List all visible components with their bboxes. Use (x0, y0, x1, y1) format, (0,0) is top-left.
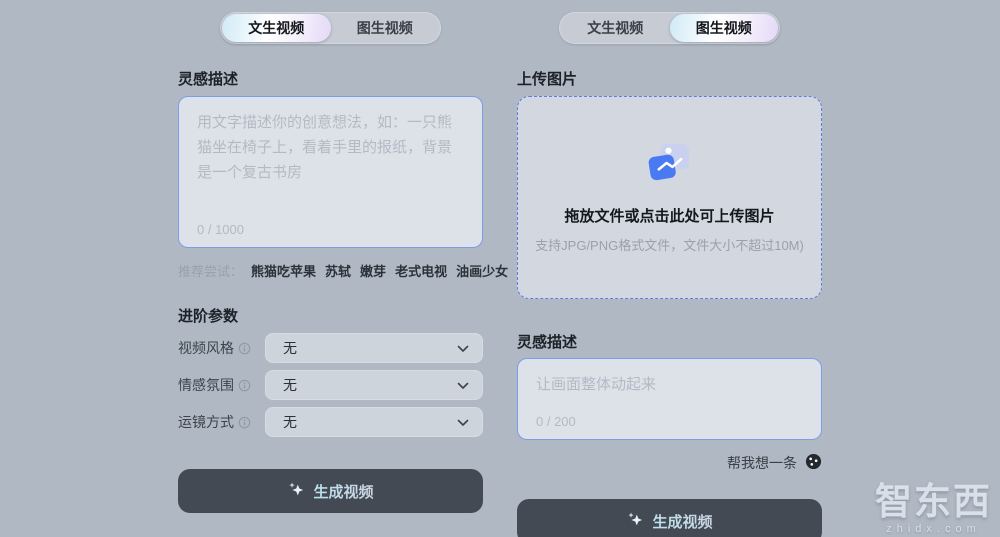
param-row-mood: 情感氛围 无 (178, 370, 483, 400)
right-tab-text-to-video[interactable]: 文生视频 (561, 14, 670, 42)
left-tab-text-to-video[interactable]: 文生视频 (222, 14, 331, 42)
image-to-video-panel: 文生视频 图生视频 上传图片 拖放文件或点击此处可上传图片 支持JPG/PNG格… (517, 0, 822, 537)
generate-video-button[interactable]: 生成视频 (517, 499, 822, 537)
image-upload-dropzone[interactable]: 拖放文件或点击此处可上传图片 支持JPG/PNG格式文件，文件大小不超过10M) (517, 96, 822, 299)
suggestion-chip[interactable]: 嫩芽 (360, 261, 386, 280)
watermark-url-text: zhidx.com (875, 523, 992, 535)
param-row-video-style: 视频风格 无 (178, 333, 483, 363)
mood-select[interactable]: 无 (265, 370, 483, 400)
left-tab-image-to-video[interactable]: 图生视频 (331, 14, 440, 42)
sparkle-icon (287, 481, 305, 502)
help-me-think-link[interactable]: 帮我想一条 (727, 453, 797, 473)
sparkle-icon (626, 511, 644, 532)
right-tab-switcher: 文生视频 图生视频 (559, 12, 780, 44)
suggestion-chip[interactable]: 熊猫吃苹果 (251, 261, 316, 280)
upload-main-text: 拖放文件或点击此处可上传图片 (564, 205, 774, 226)
param-label: 运镜方式 (178, 412, 265, 432)
right-tab-image-to-video[interactable]: 图生视频 (670, 14, 779, 42)
suggestions-row: 推荐尝试： 熊猫吃苹果 苏轼 嫩芽 老式电视 油画少女 (178, 261, 483, 280)
suggestions-label: 推荐尝试： (178, 261, 243, 280)
watermark-logo-text: 智东西 (875, 471, 992, 525)
text-to-video-panel: 文生视频 图生视频 灵感描述 0 / 1000 推荐尝试： 熊猫吃苹果 苏轼 嫩… (178, 0, 483, 513)
prompt-textarea[interactable] (197, 111, 464, 220)
info-icon (238, 379, 251, 392)
video-style-select[interactable]: 无 (265, 333, 483, 363)
suggestion-chip[interactable]: 苏轼 (325, 261, 351, 280)
chevron-down-icon (457, 414, 469, 430)
image-upload-icon (646, 141, 693, 189)
prompt-input-container: 0 / 1000 (178, 96, 483, 248)
prompt-label: 灵感描述 (517, 331, 822, 352)
prompt-helper-row: 帮我想一条 (517, 453, 822, 473)
info-icon (238, 416, 251, 429)
param-label: 视频风格 (178, 338, 265, 358)
dice-icon (805, 453, 822, 473)
prompt-label: 灵感描述 (178, 68, 483, 89)
prompt-input-container: 0 / 200 (517, 358, 822, 440)
random-prompt-button[interactable] (805, 453, 822, 473)
generate-button-label: 生成视频 (313, 481, 373, 502)
suggestion-chip[interactable]: 油画少女 (456, 261, 508, 280)
suggestion-chip[interactable]: 老式电视 (395, 261, 447, 280)
camera-movement-select[interactable]: 无 (265, 407, 483, 437)
upload-sub-text: 支持JPG/PNG格式文件，文件大小不超过10M) (535, 235, 804, 254)
left-tab-switcher: 文生视频 图生视频 (220, 12, 441, 44)
chevron-down-icon (457, 340, 469, 356)
param-row-camera-movement: 运镜方式 无 (178, 407, 483, 437)
param-label: 情感氛围 (178, 375, 265, 395)
generate-video-button[interactable]: 生成视频 (178, 469, 483, 513)
advanced-params-title: 进阶参数 (178, 305, 483, 326)
upload-label: 上传图片 (517, 68, 822, 89)
zhidx-watermark: 智东西 zhidx.com (875, 471, 992, 535)
chevron-down-icon (457, 377, 469, 393)
info-icon (238, 342, 251, 355)
motion-prompt-textarea[interactable] (536, 373, 803, 412)
char-counter: 0 / 200 (536, 414, 803, 429)
generate-button-label: 生成视频 (652, 511, 712, 532)
char-counter: 0 / 1000 (197, 222, 464, 237)
